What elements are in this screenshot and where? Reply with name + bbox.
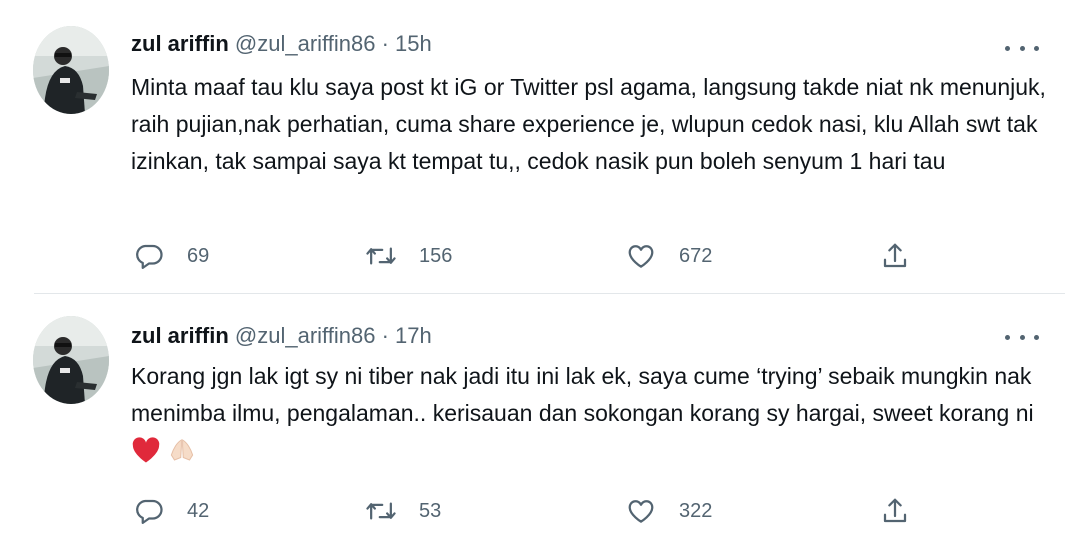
timestamp[interactable]: 15h (395, 31, 432, 56)
like-icon (625, 240, 657, 272)
separator: · (381, 323, 389, 348)
tweet-header: zul ariffin @zul_ariffin86 · 17h (131, 321, 432, 351)
retweet-button[interactable]: 156 (365, 239, 452, 273)
like-count: 322 (679, 499, 713, 522)
retweet-count: 156 (419, 244, 453, 267)
reply-icon (133, 495, 165, 527)
share-icon (879, 495, 911, 527)
tweet-actions: 42 53 322 (131, 494, 931, 528)
avatar[interactable] (33, 316, 109, 404)
tweet-text: Korang jgn lak igt sy ni tiber nak jadi … (131, 363, 1034, 426)
share-button[interactable] (879, 239, 911, 273)
like-button[interactable]: 322 (625, 494, 712, 528)
reply-count: 42 (187, 499, 210, 522)
user-handle[interactable]: @zul_ariffin86 (235, 31, 376, 56)
retweet-button[interactable]: 53 (365, 494, 441, 528)
like-count: 672 (679, 244, 713, 267)
like-button[interactable]: 672 (625, 239, 712, 273)
more-icon[interactable] (1005, 327, 1039, 347)
like-icon (625, 495, 657, 527)
share-icon (879, 240, 911, 272)
separator: · (381, 31, 389, 56)
reply-count: 69 (187, 244, 210, 267)
share-button[interactable] (879, 494, 911, 528)
reply-icon (133, 240, 165, 272)
tweet-text: Minta maaf tau klu saya post kt iG or Tw… (131, 74, 1046, 174)
user-handle[interactable]: @zul_ariffin86 (235, 323, 376, 348)
tweet-actions: 69 156 672 (131, 239, 931, 273)
retweet-count: 53 (419, 499, 442, 522)
display-name[interactable]: zul ariffin (131, 31, 229, 56)
display-name[interactable]: zul ariffin (131, 323, 229, 348)
tweet-header: zul ariffin @zul_ariffin86 · 15h (131, 29, 432, 59)
tweet-text-block: Korang jgn lak igt sy ni tiber nak jadi … (131, 358, 1051, 475)
reply-button[interactable]: 69 (133, 239, 209, 273)
retweet-icon (365, 240, 397, 272)
timestamp[interactable]: 17h (395, 323, 432, 348)
avatar[interactable] (33, 26, 109, 114)
red-heart-icon (131, 436, 161, 475)
retweet-icon (365, 495, 397, 527)
tweet[interactable]: zul ariffin @zul_ariffin86 · 17h Korang … (0, 294, 1065, 543)
tweet[interactable]: zul ariffin @zul_ariffin86 · 15h Minta m… (0, 0, 1065, 292)
reply-button[interactable]: 42 (133, 494, 209, 528)
folded-hands-icon (167, 436, 197, 475)
more-icon[interactable] (1005, 38, 1039, 58)
